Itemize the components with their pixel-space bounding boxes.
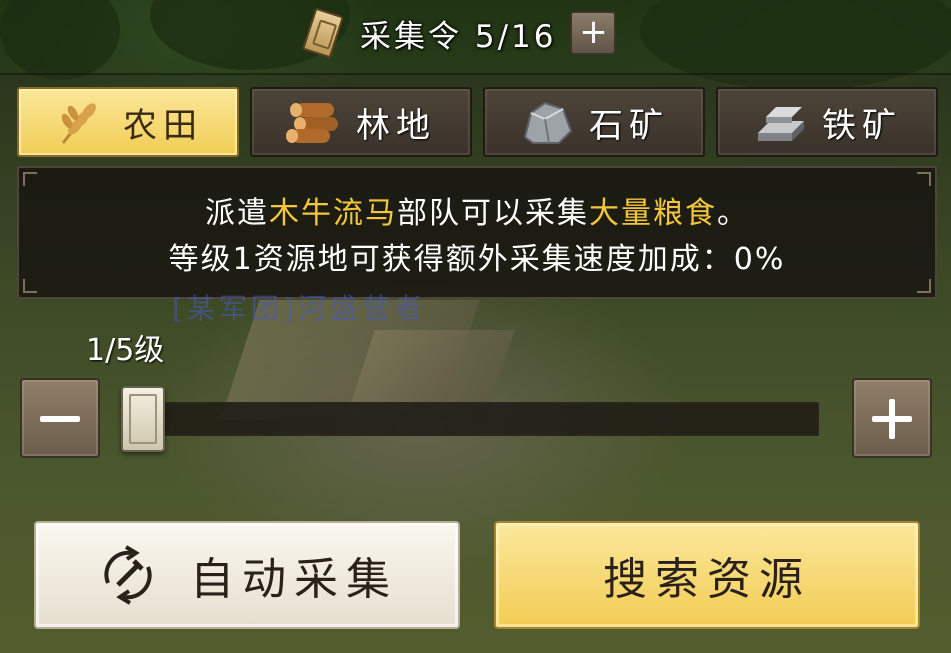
collect-order-bar: 采集令 5/16 + bbox=[300, 4, 660, 62]
level-slider-track[interactable] bbox=[121, 402, 819, 436]
logs-icon bbox=[286, 103, 338, 143]
auto-cycle-icon bbox=[104, 545, 152, 605]
level-label: 1/5级 bbox=[86, 333, 165, 368]
tab-label: 铁矿 bbox=[822, 105, 902, 146]
resource-tabs: 农田 林地 石矿 铁矿 bbox=[17, 87, 938, 159]
auto-collect-label: 自动采集 bbox=[190, 554, 398, 605]
tab-stone-mine[interactable]: 石矿 bbox=[483, 87, 705, 157]
tab-label: 林地 bbox=[356, 105, 436, 146]
tab-label: 农田 bbox=[123, 105, 203, 146]
collect-order-count: 采集令 5/16 bbox=[360, 18, 557, 55]
auto-collect-button[interactable]: 自动采集 bbox=[34, 521, 460, 629]
wheat-icon bbox=[61, 103, 96, 144]
tab-label: 石矿 bbox=[589, 105, 669, 146]
tab-iron-mine[interactable]: 铁矿 bbox=[716, 87, 938, 157]
level-decrease-button[interactable] bbox=[20, 378, 100, 458]
add-collect-order-button[interactable]: + bbox=[570, 11, 617, 55]
iron-ingot-icon bbox=[758, 107, 804, 141]
search-resource-label: 搜索资源 bbox=[603, 554, 811, 605]
scroll-icon bbox=[300, 5, 346, 61]
resource-description: 派遣木牛流马部队可以采集大量粮食。 等级1资源地可获得额外采集速度加成：0% bbox=[17, 166, 937, 299]
level-slider-thumb[interactable] bbox=[121, 386, 165, 452]
minus-icon bbox=[40, 416, 80, 422]
tab-woodland[interactable]: 林地 bbox=[250, 87, 472, 157]
level-increase-button[interactable] bbox=[852, 378, 932, 458]
description-line-2: 等级1资源地可获得额外采集速度加成：0% bbox=[168, 242, 786, 277]
description-line-1: 派遣木牛流马部队可以采集大量粮食。 bbox=[205, 196, 749, 231]
search-resource-button[interactable]: 搜索资源 bbox=[494, 521, 920, 629]
tab-farmland[interactable]: 农田 bbox=[17, 87, 239, 157]
stone-icon bbox=[523, 101, 573, 144]
gather-panel: 农田 林地 石矿 铁矿 派遣木牛流马部队可以采集大量粮食。 等级1资源地可获得额… bbox=[0, 73, 951, 653]
background-map-label: [某军团]河盛营者 bbox=[172, 292, 426, 325]
